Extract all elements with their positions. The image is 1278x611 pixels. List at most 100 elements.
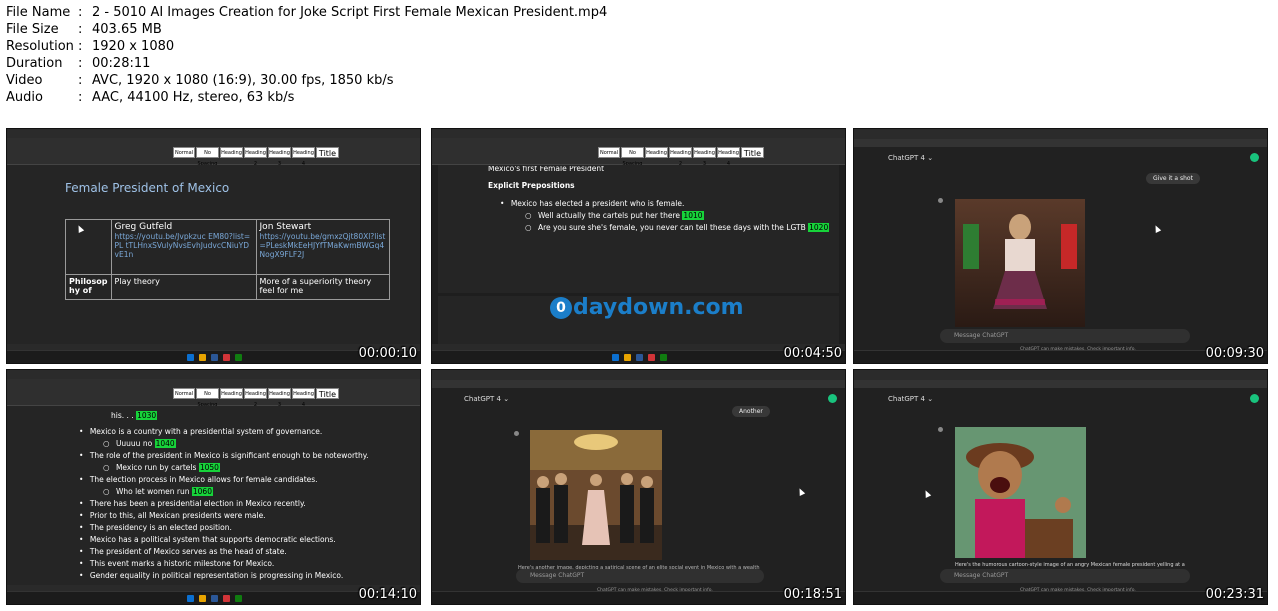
code-highlight: 1060 bbox=[191, 487, 213, 496]
timestamp: 00:18:51 bbox=[783, 587, 842, 602]
taskbar-app-icon bbox=[636, 354, 643, 361]
table-cell: Play theory bbox=[110, 274, 257, 300]
info-row-file-name: File Name:2 - 5010 AI Images Creation fo… bbox=[6, 5, 608, 20]
style-heading-2: Heading 2 bbox=[669, 147, 692, 167]
thumbnail-6[interactable]: ChatGPT 4 ⌄ Here's the humorous cartoon-… bbox=[853, 369, 1268, 605]
youtube-link[interactable]: https://youtu.be/gmxzQjt80Xl?list=PLeskM… bbox=[260, 232, 386, 259]
sub-bullet-item: ○ Are you sure she's female, you never c… bbox=[525, 223, 830, 232]
style-heading-3: Heading 3 bbox=[268, 388, 291, 408]
watermark-logo-icon: 0 bbox=[550, 296, 572, 319]
timestamp: 00:14:10 bbox=[358, 587, 417, 602]
file-info: File Name:2 - 5010 AI Images Creation fo… bbox=[6, 4, 607, 106]
style-normal: Normal bbox=[173, 388, 195, 399]
word-ribbon: Normal No Spacing Heading Heading 2 Head… bbox=[432, 138, 845, 167]
taskbar-app-icon bbox=[199, 354, 206, 361]
model-selector[interactable]: ChatGPT 4 ⌄ bbox=[888, 395, 933, 403]
column-name: Jon Stewart bbox=[259, 222, 312, 232]
taskbar-app-icon bbox=[235, 595, 242, 602]
taskbar-app-icon bbox=[612, 354, 619, 361]
info-row-file-size: File Size:403.65 MB bbox=[6, 22, 162, 37]
table-cell: More of a superiority theory feel for me bbox=[255, 274, 391, 300]
bullet-item: • The election process in Mexico allows … bbox=[79, 475, 318, 484]
browser-address-bar bbox=[854, 139, 1267, 147]
taskbar-app-icon bbox=[235, 354, 242, 361]
style-heading-3: Heading 3 bbox=[268, 147, 291, 167]
sub-bullet-item: ○ Mexico run by cartels 1050 bbox=[103, 463, 220, 472]
model-selector[interactable]: ChatGPT 4 ⌄ bbox=[888, 154, 933, 162]
browser-address-bar bbox=[432, 380, 845, 388]
taskbar-app-icon bbox=[660, 354, 667, 361]
code-highlight: 1050 bbox=[198, 463, 220, 472]
style-heading-3: Heading 3 bbox=[693, 147, 716, 167]
thumbnail-5[interactable]: ChatGPT 4 ⌄ Another Here's another image… bbox=[431, 369, 846, 605]
style-heading-4: Heading 4 bbox=[292, 147, 315, 167]
taskbar-app-icon bbox=[199, 595, 206, 602]
taskbar-app-icon bbox=[187, 354, 194, 361]
user-avatar[interactable] bbox=[828, 394, 837, 403]
sub-bullet-item: ○ Uuuuu no 1040 bbox=[103, 439, 176, 448]
thumbnail-2[interactable]: Normal No Spacing Heading Heading 2 Head… bbox=[431, 128, 846, 364]
info-row-audio: Audio: AAC, 44100 Hz, stereo, 63 kb/s bbox=[6, 90, 295, 105]
taskbar-app-icon bbox=[223, 354, 230, 361]
thumbnail-4[interactable]: Normal No Spacing Heading Heading 2 Head… bbox=[6, 369, 421, 605]
assistant-caption: Here's the humorous cartoon-style image … bbox=[955, 562, 1185, 568]
browser-address-bar bbox=[854, 380, 1267, 388]
model-selector[interactable]: ChatGPT 4 ⌄ bbox=[464, 395, 509, 403]
assistant-avatar-icon bbox=[938, 427, 943, 432]
style-normal: Normal bbox=[598, 147, 620, 158]
sub-bullet-item: ○ Who let women run 1060 bbox=[103, 487, 213, 496]
youtube-link[interactable]: https://youtu.be/Jvpkzuc EM80?list=PL tT… bbox=[115, 232, 253, 259]
thumbnail-1[interactable]: Normal No Spacing Heading Heading 2 Head… bbox=[6, 128, 421, 364]
taskbar-app-icon bbox=[624, 354, 631, 361]
doc-heading: Mexico's first Female President bbox=[488, 166, 605, 172]
bullet-item: • The presidency is an elected position. bbox=[79, 523, 232, 532]
style-no-spacing: No Spacing bbox=[196, 388, 219, 408]
thumbnail-3[interactable]: ChatGPT 4 ⌄ Give it a shot Message ChatG… bbox=[853, 128, 1268, 364]
taskbar-app-icon bbox=[211, 354, 218, 361]
message-input[interactable]: Message ChatGPT bbox=[940, 329, 1190, 343]
row-label: Philosop hy of bbox=[65, 274, 112, 300]
doc-title: Female President of Mexico bbox=[65, 181, 230, 195]
taskbar-app-icon bbox=[211, 595, 218, 602]
style-heading: Heading bbox=[645, 147, 668, 158]
comparison-table: Greg Gutfeld https://youtu.be/Jvpkzuc EM… bbox=[65, 219, 391, 300]
timestamp: 00:04:50 bbox=[783, 346, 842, 361]
style-heading-2: Heading 2 bbox=[244, 388, 267, 408]
info-row-video: Video: AVC, 1920 x 1080 (16:9), 30.00 fps… bbox=[6, 73, 394, 88]
style-heading-2: Heading 2 bbox=[244, 147, 267, 167]
timestamp: 00:09:30 bbox=[1205, 346, 1264, 361]
timestamp: 00:00:10 bbox=[358, 346, 417, 361]
watermark-text: daydown.com bbox=[573, 295, 744, 320]
message-input[interactable]: Message ChatGPT bbox=[516, 569, 764, 583]
style-no-spacing: No Spacing bbox=[621, 147, 644, 167]
style-title: Title bbox=[316, 388, 339, 399]
window-titlebar bbox=[7, 370, 420, 379]
bullet-item: • Prior to this, all Mexican presidents … bbox=[79, 511, 266, 520]
user-avatar[interactable] bbox=[1250, 153, 1259, 162]
user-avatar[interactable] bbox=[1250, 394, 1259, 403]
bullet-item: • Gender equality in political represent… bbox=[79, 571, 344, 580]
taskbar-app-icon bbox=[187, 595, 194, 602]
doc-subheading: Explicit Prepositions bbox=[488, 181, 575, 190]
word-ribbon: Normal No Spacing Heading Heading 2 Head… bbox=[7, 138, 420, 167]
generated-image bbox=[955, 199, 1085, 327]
bullet-item: • The president of Mexico serves as the … bbox=[79, 547, 287, 556]
info-row-duration: Duration:00:28:11 bbox=[6, 56, 151, 71]
generated-image bbox=[955, 427, 1086, 558]
message-input[interactable]: Message ChatGPT bbox=[940, 569, 1190, 583]
bullet-item: • There has been a presidential election… bbox=[79, 499, 306, 508]
window-titlebar bbox=[7, 129, 420, 138]
code-highlight: 1010 bbox=[682, 211, 704, 220]
style-heading: Heading bbox=[220, 388, 243, 399]
user-message: Give it a shot bbox=[1146, 173, 1200, 184]
assistant-avatar-icon bbox=[514, 431, 519, 436]
window-titlebar bbox=[432, 129, 845, 138]
generated-image bbox=[530, 430, 662, 560]
user-message: Another bbox=[732, 406, 770, 417]
watermark: 0 daydown.com bbox=[550, 295, 744, 320]
code-highlight: 1020 bbox=[808, 223, 830, 232]
table-cell bbox=[65, 219, 112, 275]
style-normal: Normal bbox=[173, 147, 195, 158]
info-row-resolution: Resolution:1920 x 1080 bbox=[6, 39, 175, 54]
code-highlight: 1040 bbox=[154, 439, 176, 448]
